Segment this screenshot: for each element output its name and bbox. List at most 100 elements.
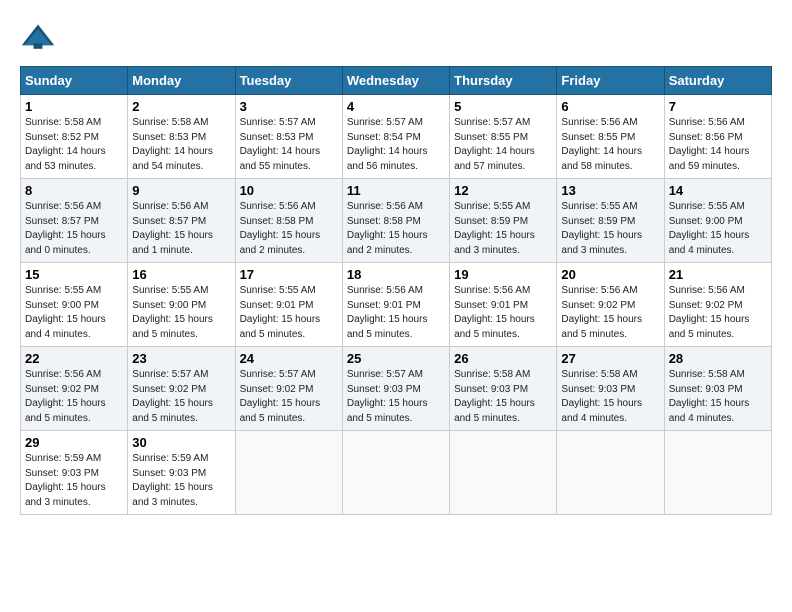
calendar-cell: 17 Sunrise: 5:55 AM Sunset: 9:01 PM Dayli… [235,263,342,347]
day-number: 11 [347,183,445,198]
day-info: Sunrise: 5:57 AM Sunset: 8:55 PM Dayligh… [454,116,552,174]
day-number: 27 [561,351,659,366]
calendar-cell: 21 Sunrise: 5:56 AM Sunset: 9:02 PM Dayli… [664,263,771,347]
calendar-cell [235,431,342,515]
calendar-cell: 12Sunrise: 5:55 AM Sunset: 8:59 PM Dayli… [450,179,557,263]
calendar-cell: 4 Sunrise: 5:57 AM Sunset: 8:54 PM Daylig… [342,95,449,179]
day-info: Sunrise: 5:58 AM Sunset: 9:03 PM Dayligh… [669,368,767,426]
calendar-cell: 22 Sunrise: 5:56 AM Sunset: 9:02 PM Dayli… [21,347,128,431]
calendar-cell: 26 Sunrise: 5:58 AM Sunset: 9:03 PM Dayli… [450,347,557,431]
day-info: Sunrise: 5:56 AM Sunset: 8:57 PM Dayligh… [132,200,230,258]
day-info: Sunrise: 5:59 AM Sunset: 9:03 PM Dayligh… [132,452,230,510]
day-number: 13 [561,183,659,198]
day-info: Sunrise: 5:57 AM Sunset: 8:54 PM Dayligh… [347,116,445,174]
page-header [20,20,772,56]
week-row-4: 22 Sunrise: 5:56 AM Sunset: 9:02 PM Dayli… [21,347,772,431]
header-wednesday: Wednesday [342,67,449,95]
day-number: 26 [454,351,552,366]
calendar-cell [557,431,664,515]
calendar-cell: 30 Sunrise: 5:59 AM Sunset: 9:03 PM Dayli… [128,431,235,515]
calendar-cell: 20 Sunrise: 5:56 AM Sunset: 9:02 PM Dayli… [557,263,664,347]
calendar-cell [664,431,771,515]
day-info: Sunrise: 5:55 AM Sunset: 9:00 PM Dayligh… [25,284,123,342]
day-info: Sunrise: 5:57 AM Sunset: 9:02 PM Dayligh… [132,368,230,426]
day-number: 10 [240,183,338,198]
day-number: 9 [132,183,230,198]
header-saturday: Saturday [664,67,771,95]
day-info: Sunrise: 5:56 AM Sunset: 8:55 PM Dayligh… [561,116,659,174]
day-info: Sunrise: 5:55 AM Sunset: 9:01 PM Dayligh… [240,284,338,342]
calendar-cell: 13 Sunrise: 5:55 AM Sunset: 8:59 PM Dayli… [557,179,664,263]
day-number: 12 [454,183,552,198]
calendar-table: SundayMondayTuesdayWednesdayThursdayFrid… [20,66,772,515]
calendar-cell: 5Sunrise: 5:57 AM Sunset: 8:55 PM Daylig… [450,95,557,179]
day-number: 18 [347,267,445,282]
day-number: 22 [25,351,123,366]
day-number: 3 [240,99,338,114]
day-number: 1 [25,99,123,114]
calendar-cell: 15 Sunrise: 5:55 AM Sunset: 9:00 PM Dayli… [21,263,128,347]
day-number: 4 [347,99,445,114]
day-info: Sunrise: 5:58 AM Sunset: 8:52 PM Dayligh… [25,116,123,174]
day-number: 8 [25,183,123,198]
day-info: Sunrise: 5:56 AM Sunset: 9:02 PM Dayligh… [561,284,659,342]
day-number: 7 [669,99,767,114]
day-number: 6 [561,99,659,114]
day-info: Sunrise: 5:57 AM Sunset: 9:03 PM Dayligh… [347,368,445,426]
week-row-3: 15 Sunrise: 5:55 AM Sunset: 9:00 PM Dayli… [21,263,772,347]
day-info: Sunrise: 5:56 AM Sunset: 8:57 PM Dayligh… [25,200,123,258]
day-info: Sunrise: 5:56 AM Sunset: 9:01 PM Dayligh… [454,284,552,342]
day-number: 20 [561,267,659,282]
day-number: 29 [25,435,123,450]
calendar-cell [450,431,557,515]
calendar-cell: 2 Sunrise: 5:58 AM Sunset: 8:53 PM Daylig… [128,95,235,179]
day-info: Sunrise: 5:57 AM Sunset: 8:53 PM Dayligh… [240,116,338,174]
logo-icon [20,20,56,56]
week-row-1: 1 Sunrise: 5:58 AM Sunset: 8:52 PM Daylig… [21,95,772,179]
calendar-cell: 7 Sunrise: 5:56 AM Sunset: 8:56 PM Daylig… [664,95,771,179]
calendar-cell: 10Sunrise: 5:56 AM Sunset: 8:58 PM Dayli… [235,179,342,263]
calendar-cell: 3 Sunrise: 5:57 AM Sunset: 8:53 PM Daylig… [235,95,342,179]
day-number: 14 [669,183,767,198]
calendar-cell: 23 Sunrise: 5:57 AM Sunset: 9:02 PM Dayli… [128,347,235,431]
day-info: Sunrise: 5:59 AM Sunset: 9:03 PM Dayligh… [25,452,123,510]
day-info: Sunrise: 5:55 AM Sunset: 9:00 PM Dayligh… [669,200,767,258]
calendar-cell: 28 Sunrise: 5:58 AM Sunset: 9:03 PM Dayli… [664,347,771,431]
logo [20,20,62,56]
day-info: Sunrise: 5:58 AM Sunset: 9:03 PM Dayligh… [561,368,659,426]
day-number: 16 [132,267,230,282]
calendar-cell: 24 Sunrise: 5:57 AM Sunset: 9:02 PM Dayli… [235,347,342,431]
header-tuesday: Tuesday [235,67,342,95]
day-info: Sunrise: 5:55 AM Sunset: 8:59 PM Dayligh… [561,200,659,258]
day-number: 19 [454,267,552,282]
calendar-cell: 1 Sunrise: 5:58 AM Sunset: 8:52 PM Daylig… [21,95,128,179]
day-number: 17 [240,267,338,282]
day-info: Sunrise: 5:58 AM Sunset: 8:53 PM Dayligh… [132,116,230,174]
calendar-cell: 16Sunrise: 5:55 AM Sunset: 9:00 PM Dayli… [128,263,235,347]
day-number: 25 [347,351,445,366]
header-row: SundayMondayTuesdayWednesdayThursdayFrid… [21,67,772,95]
day-info: Sunrise: 5:58 AM Sunset: 9:03 PM Dayligh… [454,368,552,426]
calendar-cell: 11 Sunrise: 5:56 AM Sunset: 8:58 PM Dayli… [342,179,449,263]
day-number: 15 [25,267,123,282]
calendar-cell: 8 Sunrise: 5:56 AM Sunset: 8:57 PM Daylig… [21,179,128,263]
day-info: Sunrise: 5:56 AM Sunset: 8:56 PM Dayligh… [669,116,767,174]
calendar-cell: 14 Sunrise: 5:55 AM Sunset: 9:00 PM Dayli… [664,179,771,263]
calendar-cell: 9 Sunrise: 5:56 AM Sunset: 8:57 PM Daylig… [128,179,235,263]
day-info: Sunrise: 5:56 AM Sunset: 8:58 PM Dayligh… [347,200,445,258]
day-number: 2 [132,99,230,114]
week-row-2: 8 Sunrise: 5:56 AM Sunset: 8:57 PM Daylig… [21,179,772,263]
calendar-cell: 29 Sunrise: 5:59 AM Sunset: 9:03 PM Dayli… [21,431,128,515]
day-number: 30 [132,435,230,450]
day-info: Sunrise: 5:57 AM Sunset: 9:02 PM Dayligh… [240,368,338,426]
day-info: Sunrise: 5:56 AM Sunset: 9:02 PM Dayligh… [669,284,767,342]
day-info: Sunrise: 5:56 AM Sunset: 9:02 PM Dayligh… [25,368,123,426]
day-number: 24 [240,351,338,366]
header-sunday: Sunday [21,67,128,95]
day-number: 23 [132,351,230,366]
day-number: 28 [669,351,767,366]
calendar-cell [342,431,449,515]
calendar-cell: 19 Sunrise: 5:56 AM Sunset: 9:01 PM Dayli… [450,263,557,347]
day-number: 21 [669,267,767,282]
calendar-cell: 18Sunrise: 5:56 AM Sunset: 9:01 PM Dayli… [342,263,449,347]
